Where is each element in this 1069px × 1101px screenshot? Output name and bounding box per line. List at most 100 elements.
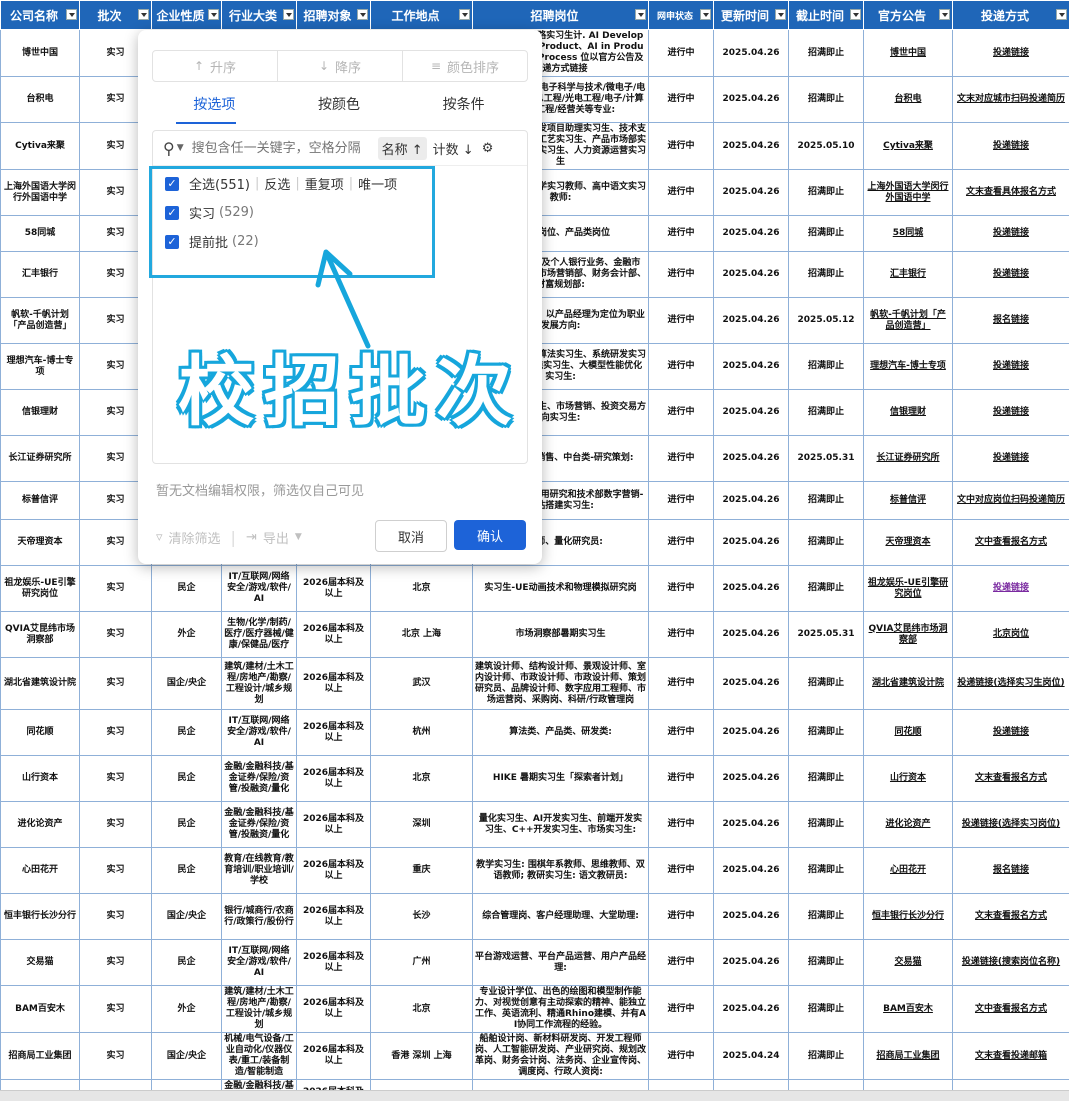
cell-batch: 实习 bbox=[79, 847, 152, 894]
column-header[interactable]: 行业大类 bbox=[221, 0, 297, 30]
column-header[interactable]: 招聘对象 bbox=[296, 0, 371, 30]
cell-updated: 2025.04.26 bbox=[713, 565, 789, 612]
cell-apply[interactable]: 投递链接 bbox=[952, 251, 1069, 298]
search-icon[interactable]: ⚲ bbox=[163, 139, 175, 158]
clear-filter-button[interactable]: ▿ 清除筛选 bbox=[156, 528, 221, 547]
cell-apply[interactable]: 报名链接 bbox=[952, 847, 1069, 894]
column-header[interactable]: 投递方式 bbox=[952, 0, 1069, 30]
table-row: 同花顺 实习 民企 IT/互联网/网络安全/游戏/软件/AI 2026届本科及以上 杭州算… bbox=[0, 709, 1069, 756]
cell-apply[interactable]: 投递链接 bbox=[952, 435, 1069, 482]
filter-dropdown-icon[interactable] bbox=[939, 9, 950, 20]
cell-notice[interactable]: 进化论资产 bbox=[863, 801, 953, 848]
cell-apply[interactable]: 文末查看具体报名方式 bbox=[952, 169, 1069, 216]
cancel-button[interactable]: 取消 bbox=[375, 520, 447, 552]
cell-notice[interactable]: 帆软-千帆计划「产品创造营」 bbox=[863, 297, 953, 344]
filter-dropdown-icon[interactable] bbox=[283, 9, 294, 20]
column-header[interactable]: 工作地点 bbox=[370, 0, 473, 30]
cell-notice[interactable]: 标普信评 bbox=[863, 481, 953, 520]
cell-notice[interactable]: 山行资本 bbox=[863, 755, 953, 802]
filter-dropdown-icon[interactable] bbox=[700, 9, 711, 20]
cell-notice[interactable]: QVIA艾昆纬市场洞察部 bbox=[863, 611, 953, 658]
filter-dropdown-icon[interactable] bbox=[138, 9, 149, 20]
cell-apply[interactable]: 投递链接 bbox=[952, 215, 1069, 252]
cell-apply[interactable]: 投递链接 bbox=[952, 709, 1069, 756]
cell-notice[interactable]: 上海外国语大学闵行外国语中学 bbox=[863, 169, 953, 216]
cell-notice[interactable]: 心田花开 bbox=[863, 847, 953, 894]
cell-apply[interactable]: 投递链接 bbox=[952, 565, 1069, 612]
filter-popup: ↑升序 ↓降序 ≡颜色排序 按选项 按颜色 按条件 ⚲ ▼ 名称 ↑ 计数 ↓ … bbox=[138, 30, 542, 564]
sort-by-count-button[interactable]: 计数 ↓ bbox=[433, 139, 474, 158]
cell-apply[interactable]: 投递链接 bbox=[952, 389, 1069, 436]
column-header[interactable]: 企业性质 bbox=[151, 0, 222, 30]
sort-by-name-button[interactable]: 名称 ↑ bbox=[377, 136, 427, 160]
column-header[interactable]: 截止时间 bbox=[788, 0, 864, 30]
cell-notice[interactable]: 博世中国 bbox=[863, 29, 953, 77]
cell-notice[interactable]: 天帝理资本 bbox=[863, 519, 953, 566]
cell-notice[interactable]: Cytiva来聚 bbox=[863, 122, 953, 170]
cell-notice[interactable]: 同花顺 bbox=[863, 709, 953, 756]
cell-notice[interactable]: 交易猫 bbox=[863, 939, 953, 986]
column-header[interactable]: 批次 bbox=[79, 0, 152, 30]
filter-dropdown-icon[interactable] bbox=[1056, 9, 1067, 20]
sort-color-button[interactable]: ≡ 颜色排序 bbox=[403, 51, 527, 81]
chevron-down-icon[interactable]: ▼ bbox=[177, 143, 184, 153]
column-header[interactable]: 招聘岗位 bbox=[472, 0, 649, 30]
cell-company: Cytiva来聚 bbox=[0, 122, 80, 170]
search-input[interactable] bbox=[189, 139, 374, 157]
cell-apply[interactable]: 投递链接 bbox=[952, 29, 1069, 77]
cell-apply[interactable]: 投递链接(搜索岗位名称) bbox=[952, 939, 1069, 986]
cell-apply[interactable]: 文中对应岗位扫码投递简历 bbox=[952, 481, 1069, 520]
cell-notice[interactable]: 恒丰银行长沙分行 bbox=[863, 893, 953, 940]
cell-apply[interactable]: 投递链接 bbox=[952, 122, 1069, 170]
column-header[interactable]: 更新时间 bbox=[713, 0, 789, 30]
cell-nature: 国企/央企 bbox=[151, 1032, 222, 1080]
cell-notice[interactable]: 祖龙娱乐-UE引擎研究岗位 bbox=[863, 565, 953, 612]
cell-apply[interactable]: 投递链接(选择实习岗位) bbox=[952, 801, 1069, 848]
sort-desc-button[interactable]: ↓ 降序 bbox=[278, 51, 403, 81]
filter-dropdown-icon[interactable] bbox=[208, 9, 219, 20]
column-header[interactable]: 官方公告 bbox=[863, 0, 953, 30]
cell-notice[interactable]: 招商局工业集团 bbox=[863, 1032, 953, 1080]
tab-condition[interactable]: 按条件 bbox=[401, 90, 526, 120]
cell-apply[interactable]: 文中查看报名方式 bbox=[952, 519, 1069, 566]
settings-icon[interactable]: ⚙ bbox=[482, 141, 494, 156]
cell-location: 长沙 bbox=[370, 893, 473, 940]
cell-notice[interactable]: BAM百安木 bbox=[863, 985, 953, 1033]
cell-status: 进行中 bbox=[648, 801, 714, 848]
horizontal-scrollbar[interactable] bbox=[0, 1090, 1069, 1101]
cell-apply[interactable]: 文末查看报名方式 bbox=[952, 755, 1069, 802]
column-header[interactable]: 网申状态 bbox=[648, 0, 714, 30]
cell-apply[interactable]: 文中查看报名方式 bbox=[952, 985, 1069, 1033]
cell-apply[interactable]: 文末查看投递邮箱 bbox=[952, 1032, 1069, 1080]
cell-notice[interactable]: 长江证券研究所 bbox=[863, 435, 953, 482]
cell-notice[interactable]: 58同城 bbox=[863, 215, 953, 252]
filter-dropdown-icon[interactable] bbox=[850, 9, 861, 20]
cell-deadline: 招满即止 bbox=[788, 1032, 864, 1080]
filter-dropdown-icon[interactable] bbox=[357, 9, 368, 20]
sort-asc-button[interactable]: ↑ 升序 bbox=[153, 51, 278, 81]
tab-options[interactable]: 按选项 bbox=[152, 90, 277, 120]
cell-apply[interactable]: 投递链接(选择实习生岗位) bbox=[952, 657, 1069, 710]
cell-apply[interactable]: 投递链接 bbox=[952, 343, 1069, 390]
confirm-button[interactable]: 确认 bbox=[454, 520, 526, 550]
filter-dropdown-icon[interactable] bbox=[775, 9, 786, 20]
cell-position: 专业设计学位、出色的绘图和模型制作能力、对视觉创意有主动探索的精神、能独立工作、… bbox=[472, 985, 649, 1033]
cell-notice[interactable]: 理想汽车-博士专项 bbox=[863, 343, 953, 390]
cell-apply[interactable]: 北京岗位 bbox=[952, 611, 1069, 658]
tab-color[interactable]: 按颜色 bbox=[277, 90, 402, 120]
cell-deadline: 招满即止 bbox=[788, 801, 864, 848]
cell-notice[interactable]: 湖北省建筑设计院 bbox=[863, 657, 953, 710]
cell-apply[interactable]: 文末对应城市扫码投递简历 bbox=[952, 76, 1069, 123]
cell-apply[interactable]: 报名链接 bbox=[952, 297, 1069, 344]
filter-dropdown-icon[interactable] bbox=[66, 9, 77, 20]
cell-position: 实习生-UE动画技术和物理模拟研究岗 bbox=[472, 565, 649, 612]
cell-position: 平台游戏运营、平台产品运营、用户产品经理: bbox=[472, 939, 649, 986]
cell-notice[interactable]: 台积电 bbox=[863, 76, 953, 123]
cell-notice[interactable]: 汇丰银行 bbox=[863, 251, 953, 298]
export-button[interactable]: ⇥ 导出 ▼ bbox=[246, 528, 302, 547]
filter-dropdown-icon[interactable] bbox=[459, 9, 470, 20]
cell-notice[interactable]: 信银理财 bbox=[863, 389, 953, 436]
filter-dropdown-icon[interactable] bbox=[635, 9, 646, 20]
column-header[interactable]: 公司名称 bbox=[0, 0, 80, 30]
cell-apply[interactable]: 文末查看报名方式 bbox=[952, 893, 1069, 940]
